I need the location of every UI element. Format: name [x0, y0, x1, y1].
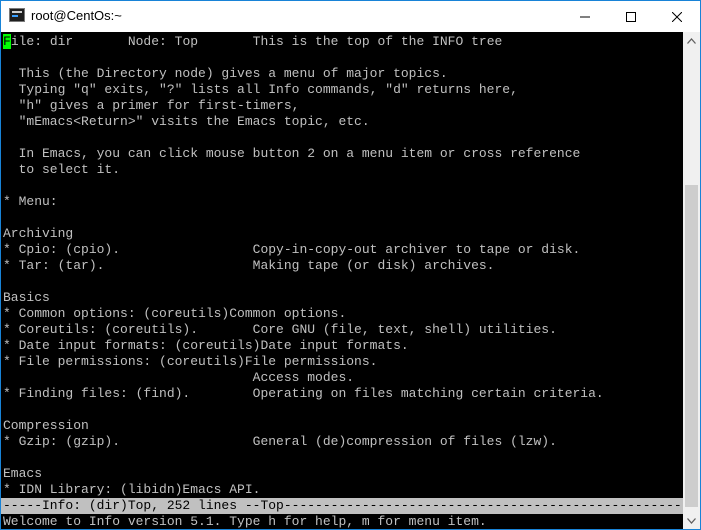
info-line: Archiving	[3, 226, 74, 241]
maximize-button[interactable]	[608, 1, 654, 32]
terminal-window: root@CentOs:~ File: dir Node: Top This i…	[0, 0, 701, 530]
text-cursor: F	[3, 34, 11, 49]
vertical-scrollbar[interactable]	[683, 32, 700, 529]
scroll-up-button[interactable]	[683, 32, 700, 49]
info-line: This (the Directory node) gives a menu o…	[3, 66, 448, 81]
echo-area: Welcome to Info version 5.1. Type h for …	[3, 514, 487, 529]
minimize-button[interactable]	[562, 1, 608, 32]
info-line: "mEmacs<Return>" visits the Emacs topic,…	[3, 114, 370, 129]
chevron-down-icon	[687, 517, 696, 524]
close-icon	[672, 11, 682, 22]
info-line: Compression	[3, 418, 89, 433]
info-line[interactable]: * Menu:	[3, 194, 58, 210]
chevron-up-icon	[687, 37, 696, 44]
info-line[interactable]: * File permissions: (coreutils)File perm…	[3, 354, 377, 370]
info-line: In Emacs, you can click mouse button 2 o…	[3, 146, 581, 161]
info-line[interactable]: * Tar: (tar). Making tape (or disk) arch…	[3, 258, 494, 274]
scroll-down-button[interactable]	[683, 512, 700, 529]
scrollbar-thumb[interactable]	[685, 185, 698, 507]
window-title: root@CentOs:~	[31, 8, 122, 23]
maximize-icon	[626, 11, 636, 22]
info-line: "h" gives a primer for first-timers,	[3, 98, 300, 113]
info-line[interactable]: * IDN Library: (libidn)Emacs API.	[3, 482, 260, 498]
info-line: Basics	[3, 290, 50, 305]
putty-icon[interactable]	[9, 8, 25, 22]
title-bar[interactable]: root@CentOs:~	[1, 1, 700, 32]
info-line[interactable]: * Date input formats: (coreutils)Date in…	[3, 338, 409, 354]
info-line[interactable]: * Finding files: (find). Operating on fi…	[3, 386, 604, 402]
info-header-line: File: dir Node: Top This is the top of t…	[3, 34, 502, 50]
info-line[interactable]: * Coreutils: (coreutils). Core GNU (file…	[3, 322, 557, 338]
info-line: Typing "q" exits, "?" lists all Info com…	[3, 82, 518, 97]
info-line[interactable]: * Cpio: (cpio). Copy-in-copy-out archive…	[3, 242, 580, 258]
terminal-screen[interactable]: File: dir Node: Top This is the top of t…	[1, 32, 683, 529]
info-line: Emacs	[3, 466, 43, 481]
info-line: Access modes.	[3, 370, 355, 385]
info-line: to select it.	[3, 162, 121, 177]
mode-line: -----Info: (dir)Top, 252 lines --Top----…	[1, 498, 683, 514]
close-button[interactable]	[654, 1, 700, 32]
info-line[interactable]: * Gzip: (gzip). General (de)compression …	[3, 434, 557, 450]
minimize-icon	[580, 16, 590, 17]
mode-line-text: -----Info: (dir)Top, 252 lines --Top----…	[3, 498, 683, 513]
info-line[interactable]: * Common options: (coreutils)Common opti…	[3, 306, 346, 322]
info-header-text: ile: dir Node: Top This is the top of th…	[10, 34, 503, 49]
